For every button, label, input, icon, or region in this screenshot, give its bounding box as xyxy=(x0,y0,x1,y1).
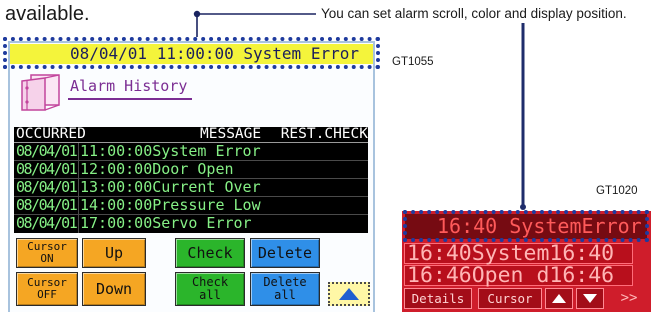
delete-label: Delete xyxy=(257,244,313,262)
cell-date: 08/04/01 xyxy=(16,214,78,232)
cell-message: Servo Error xyxy=(152,214,252,232)
column-header-message: MESSAGE xyxy=(200,127,262,142)
down-triangle-icon xyxy=(583,294,597,303)
title-underline xyxy=(68,98,192,100)
gt1020-model-label: GT1020 xyxy=(596,185,638,197)
cell-message: Door Open xyxy=(152,160,234,178)
gt1020-alarm-row-text: 16:46Open d16:46 xyxy=(407,263,615,288)
page-title: Alarm History xyxy=(70,77,188,95)
cell-time-message: 14:00:00Pressure Low xyxy=(80,197,261,214)
cell-time-message: 17:00:00Servo Error xyxy=(80,215,252,232)
check-all-button[interactable]: Check all xyxy=(175,272,245,306)
cell-time: 11:00:00 xyxy=(80,142,153,160)
table-row: 08/04/01 11:00:00System Error xyxy=(14,143,368,161)
up-button[interactable]: Up xyxy=(82,238,146,268)
up-triangle-icon xyxy=(339,288,359,300)
cursor-button[interactable]: Cursor xyxy=(478,288,542,309)
check-label: Check xyxy=(187,244,233,262)
cell-message: Current Over xyxy=(152,178,261,196)
check-all-label-line2: all xyxy=(199,288,221,302)
cell-message: System Error xyxy=(152,142,261,160)
delete-all-button[interactable]: Delete all xyxy=(250,272,320,306)
table-row: 08/04/01 14:00:00Pressure Low xyxy=(14,197,368,215)
check-button[interactable]: Check xyxy=(175,238,245,268)
cursor-label: Cursor xyxy=(487,291,533,306)
details-label: Details xyxy=(411,291,465,306)
column-divider xyxy=(78,143,79,233)
cell-time-message: 13:00:00Current Over xyxy=(80,179,261,196)
cursor-on-label-line2: ON xyxy=(40,252,54,265)
cell-time-message: 12:00:00Door Open xyxy=(80,161,234,178)
next-page-button[interactable]: >> xyxy=(614,288,644,309)
cell-time: 14:00:00 xyxy=(80,196,153,214)
up-label: Up xyxy=(104,244,124,262)
cell-time-message: 11:00:00System Error xyxy=(80,143,261,160)
gt1020-alarm-row: 16:46Open d16:46 xyxy=(404,265,633,286)
cursor-off-label-line2: OFF xyxy=(37,288,57,301)
gt1020-alarm-banner-highlight xyxy=(403,210,649,242)
gt1020-up-button[interactable] xyxy=(545,288,573,309)
callout-text: You can set alarm scroll, color and disp… xyxy=(321,6,627,21)
column-header-rest-check: REST.CHECK xyxy=(280,127,368,142)
table-header: OCCURRED MESSAGE REST.CHECK xyxy=(14,127,368,143)
binder-icon xyxy=(18,73,62,113)
gt1055-model-label: GT1055 xyxy=(392,56,434,68)
delete-button[interactable]: Delete xyxy=(250,238,320,268)
table-row: 08/04/01 17:00:00Servo Error xyxy=(14,215,368,233)
next-page-label: >> xyxy=(620,290,638,306)
cell-date: 08/04/01 xyxy=(16,196,78,214)
details-button[interactable]: Details xyxy=(404,288,472,309)
leader-dot-gt1055 xyxy=(193,10,201,18)
delete-all-label-line2: all xyxy=(274,288,296,302)
cell-time: 13:00:00 xyxy=(80,178,153,196)
cell-date: 08/04/01 xyxy=(16,178,78,196)
cell-date: 08/04/01 xyxy=(16,160,78,178)
cell-time: 12:00:00 xyxy=(80,160,153,178)
gt1020-alarm-row: 16:40System16:40 xyxy=(404,243,633,264)
leader-line-gt1055 xyxy=(196,13,316,37)
down-button[interactable]: Down xyxy=(82,272,146,306)
cell-date: 08/04/01 xyxy=(16,142,78,160)
down-label: Down xyxy=(95,280,133,298)
cell-message: Pressure Low xyxy=(152,196,261,214)
gt1020-alarm-row-text: 16:40System16:40 xyxy=(407,241,615,266)
alarm-banner-highlight xyxy=(3,37,380,69)
intro-text: available. xyxy=(5,3,90,25)
cell-time: 17:00:00 xyxy=(80,214,153,232)
cursor-on-button[interactable]: Cursor ON xyxy=(16,238,78,268)
table-row: 08/04/01 13:00:00Current Over xyxy=(14,179,368,197)
alarm-history-table: OCCURRED MESSAGE REST.CHECK 08/04/01 11:… xyxy=(14,127,368,233)
up-triangle-icon xyxy=(552,294,566,303)
table-row: 08/04/01 12:00:00Door Open xyxy=(14,161,368,179)
gt1020-down-button[interactable] xyxy=(576,288,604,309)
column-header-occurred: OCCURRED xyxy=(16,127,86,142)
scroll-up-button[interactable] xyxy=(328,282,370,306)
cursor-off-button[interactable]: Cursor OFF xyxy=(16,272,78,306)
